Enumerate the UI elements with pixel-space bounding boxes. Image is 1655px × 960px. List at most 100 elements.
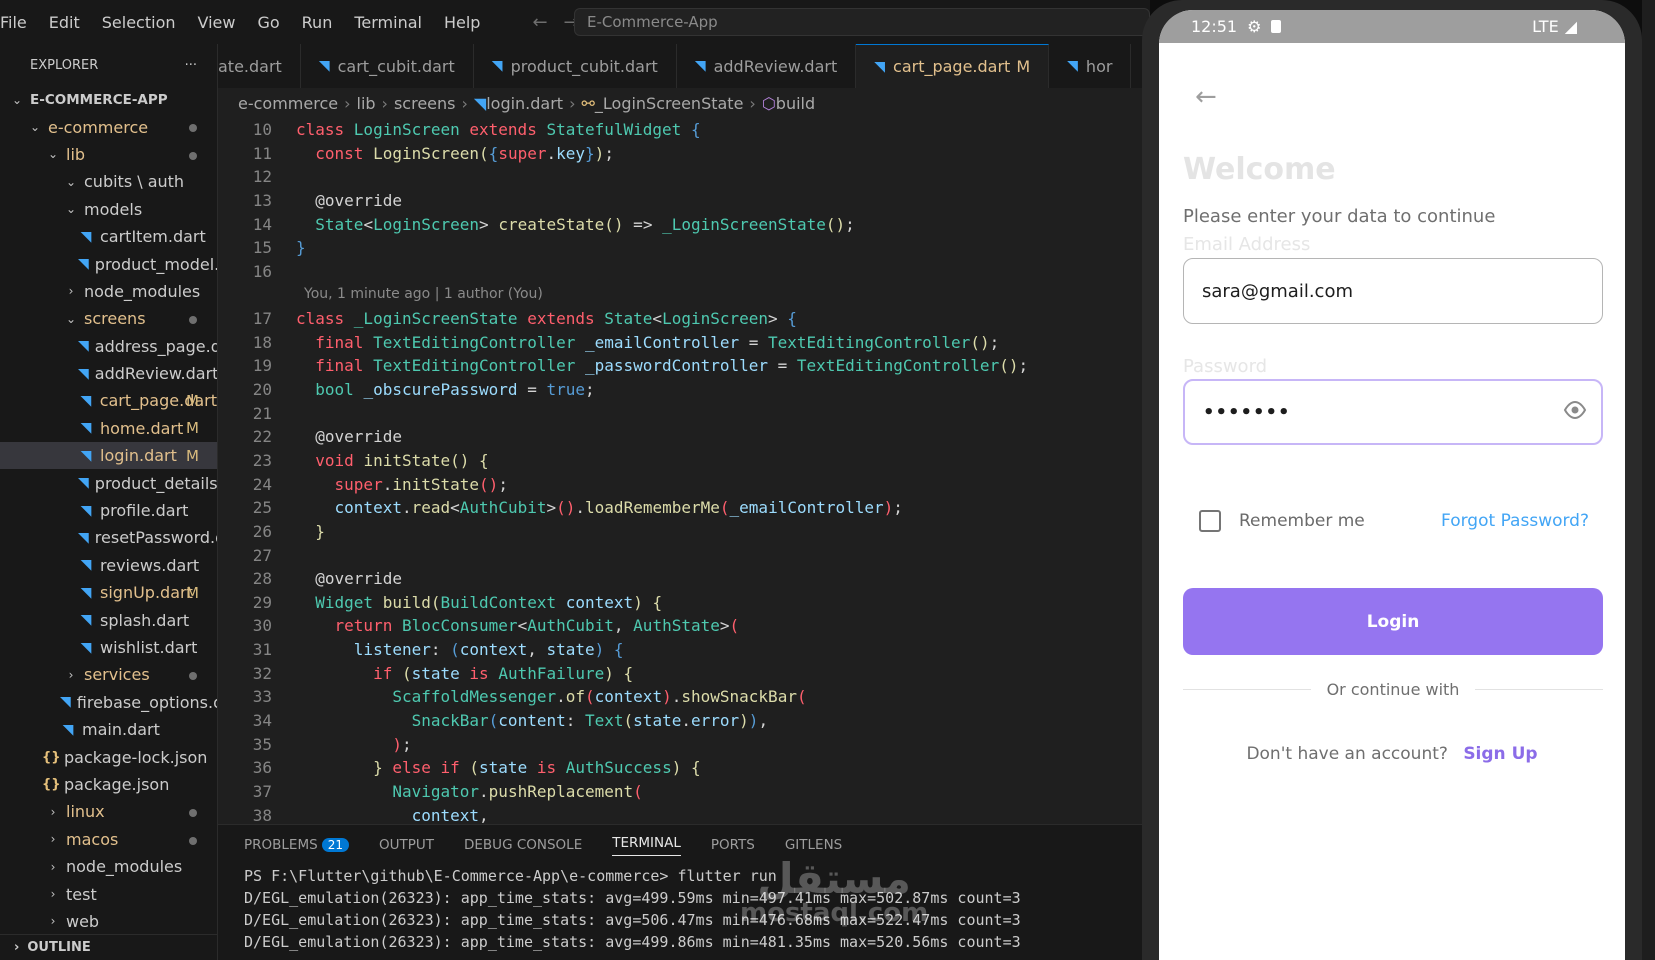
- code-token: ;: [1018, 356, 1029, 376]
- tree-item[interactable]: ◥ cart_page.dart M: [0, 387, 217, 414]
- tree-item[interactable]: ◥ addReview.dart: [0, 360, 217, 387]
- eye-icon[interactable]: [1563, 401, 1587, 419]
- editor-tab[interactable]: ◥ cart_page.dart M: [856, 44, 1050, 88]
- tree-item[interactable]: › linux: [0, 798, 217, 825]
- tree-item[interactable]: ◥ product_details.dart: [0, 469, 217, 496]
- tree-item[interactable]: ◥ main.dart: [0, 716, 217, 743]
- tree-item[interactable]: ◥ cartItem.dart: [0, 223, 217, 250]
- menu-item-file[interactable]: File: [0, 13, 37, 32]
- breadcrumb-item[interactable]: login.dart: [486, 94, 563, 113]
- line-number: 30: [252, 616, 272, 636]
- code-token: .: [401, 498, 412, 518]
- code-editor[interactable]: 10 class LoginScreen extends StatefulWidg…: [218, 118, 1150, 824]
- tree-item[interactable]: ◥ home.dart M: [0, 415, 217, 442]
- tree-item[interactable]: ◥ reviews.dart: [0, 552, 217, 579]
- explorer-title: EXPLORER: [30, 57, 99, 73]
- tree-item[interactable]: ◥ address_page.dart: [0, 333, 217, 360]
- breadcrumb-item[interactable]: build: [776, 94, 815, 113]
- tree-item[interactable]: ⌄ E-COMMERCE-APP: [0, 86, 217, 113]
- menu-item-go[interactable]: Go: [247, 13, 289, 32]
- code-token: context: [565, 592, 634, 612]
- code-token: ) {: [633, 592, 663, 612]
- terminal-output[interactable]: PS F:\Flutter\github\E-Commerce-App\e-co…: [218, 865, 1150, 953]
- menu-item-help[interactable]: Help: [434, 13, 490, 32]
- tree-item[interactable]: ◥ wishlist.dart: [0, 634, 217, 661]
- code-token: _obscurePassword: [363, 380, 528, 400]
- code-line: 11 const LoginScreen({super.key});: [218, 142, 1150, 166]
- tree-item[interactable]: {} package-lock.json: [0, 743, 217, 770]
- menu-item-view[interactable]: View: [188, 13, 246, 32]
- tree-item[interactable]: › test: [0, 880, 217, 907]
- code-token: _passwordController: [584, 356, 778, 376]
- line-number: 18: [252, 332, 272, 352]
- code-line: 16: [218, 260, 1150, 284]
- menu-item-run[interactable]: Run: [292, 13, 343, 32]
- tree-item[interactable]: ◥ resetPassword.dart: [0, 524, 217, 551]
- tree-item[interactable]: › macos: [0, 826, 217, 853]
- email-field[interactable]: sara@gmail.com: [1183, 258, 1603, 324]
- code-token: }: [373, 758, 393, 778]
- menu-item-terminal[interactable]: Terminal: [344, 13, 432, 32]
- tree-item[interactable]: ◥ signUp.dart M: [0, 579, 217, 606]
- tree-item[interactable]: ◥ splash.dart: [0, 606, 217, 633]
- tree-item[interactable]: ⌄ screens: [0, 305, 217, 332]
- tree-item[interactable]: ⌄ e-commerce: [0, 113, 217, 140]
- breadcrumb-item[interactable]: lib: [357, 94, 376, 113]
- editor-tab[interactable]: ◥ addReview.dart: [677, 44, 857, 88]
- code-token: .: [681, 711, 691, 731]
- tree-item[interactable]: ◥ profile.dart: [0, 497, 217, 524]
- login-button[interactable]: Login: [1183, 588, 1603, 655]
- breadcrumb-item[interactable]: _LoginScreenState: [595, 94, 744, 113]
- menu-item-edit[interactable]: Edit: [39, 13, 90, 32]
- editor-tab[interactable]: ◥ hor: [1049, 44, 1132, 88]
- breadcrumb-item[interactable]: screens: [394, 94, 456, 113]
- editor-tabs: ate.dart ◥ cart_cubit.dart ◥ product_cubit.d…: [218, 44, 1150, 88]
- outline-section[interactable]: › OUTLINE: [0, 934, 217, 960]
- command-center-search[interactable]: E-Commerce-App: [574, 8, 1150, 36]
- editor-tab[interactable]: ◥ product_cubit.dart: [474, 44, 677, 88]
- menu-item-selection[interactable]: Selection: [92, 13, 186, 32]
- more-actions-icon[interactable]: ···: [185, 58, 197, 73]
- code-line: 23 void initState() {: [218, 449, 1150, 473]
- panel-tab-problems[interactable]: PROBLEMS 21: [244, 837, 349, 853]
- back-arrow-icon[interactable]: ←: [532, 12, 547, 33]
- code-token: ;: [989, 332, 1000, 352]
- dart-file-icon: ◥: [80, 557, 92, 574]
- panel-tab-terminal[interactable]: TERMINAL: [612, 835, 681, 856]
- code-token: @override: [296, 427, 402, 447]
- forgot-password-link[interactable]: Forgot Password?: [1441, 511, 1589, 531]
- tree-item[interactable]: ◥ firebase_options.dart: [0, 689, 217, 716]
- remember-checkbox[interactable]: [1199, 510, 1221, 532]
- panel-tab-debug-console[interactable]: DEBUG CONSOLE: [464, 837, 582, 853]
- panel-tab-gitlens[interactable]: GITLENS: [785, 837, 842, 853]
- back-arrow-icon[interactable]: ←: [1195, 82, 1217, 112]
- panel-tab-output[interactable]: OUTPUT: [379, 837, 434, 853]
- tree-item[interactable]: ⌄ models: [0, 196, 217, 223]
- editor-tab[interactable]: ate.dart: [218, 44, 301, 88]
- tree-item-label: resetPassword.dart: [94, 528, 217, 548]
- tab-label: hor: [1085, 56, 1113, 76]
- code-text: context.read<AuthCubit>().loadRememberMe…: [272, 496, 903, 520]
- password-field[interactable]: •••••••: [1183, 379, 1603, 445]
- signup-link[interactable]: Sign Up: [1463, 744, 1537, 764]
- email-value: sara@gmail.com: [1202, 280, 1353, 302]
- code-token: state: [633, 711, 682, 731]
- tree-item[interactable]: ◥ login.dart M: [0, 442, 217, 470]
- tree-item[interactable]: ◥ product_model.dart: [0, 250, 217, 277]
- tree-item-label: node_modules: [66, 857, 183, 877]
- tree-item[interactable]: {} package.json: [0, 771, 217, 798]
- code-token: .: [556, 687, 566, 707]
- editor-tab[interactable]: ◥ cart_cubit.dart: [301, 44, 474, 88]
- tree-item[interactable]: ⌄ cubits \ auth: [0, 168, 217, 195]
- tree-item[interactable]: › web: [0, 908, 217, 935]
- code-token: ;: [401, 734, 412, 754]
- tree-item[interactable]: › services: [0, 661, 217, 688]
- tree-item[interactable]: › node_modules: [0, 278, 217, 305]
- code-token: bool: [315, 380, 364, 400]
- panel-tab-ports[interactable]: PORTS: [711, 837, 755, 853]
- tree-item[interactable]: › node_modules: [0, 853, 217, 880]
- breadcrumb-item[interactable]: e-commerce: [238, 94, 338, 113]
- code-token: context: [334, 498, 402, 518]
- tree-item[interactable]: ⌄ lib: [0, 141, 217, 168]
